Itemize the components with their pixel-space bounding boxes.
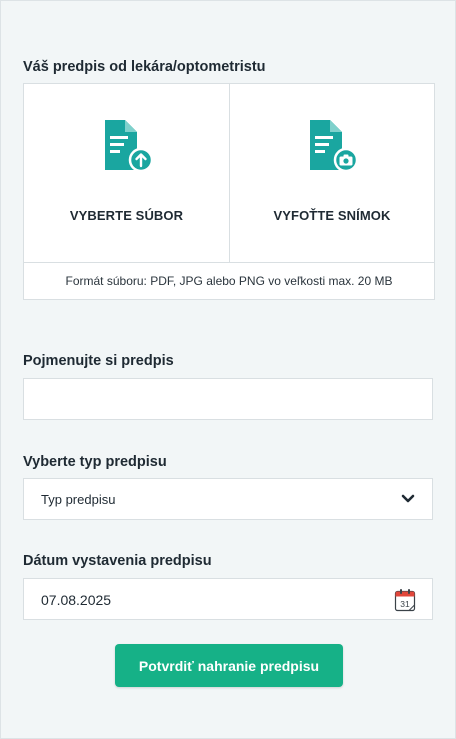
document-camera-icon <box>310 120 359 173</box>
prescription-type-value: Typ predpisu <box>41 492 116 507</box>
choose-file-button[interactable]: VYBERTE SÚBOR <box>24 84 230 262</box>
take-photo-label: VYFOŤTE SNÍMOK <box>273 208 391 223</box>
take-photo-button[interactable]: VYFOŤTE SNÍMOK <box>230 84 434 262</box>
document-upload-icon <box>104 120 153 173</box>
prescription-name-input[interactable] <box>23 378 433 420</box>
chevron-down-icon <box>401 494 415 503</box>
type-field-label: Vyberte typ predpisu <box>23 454 167 470</box>
confirm-upload-button[interactable]: Potvrdiť nahranie predpisu <box>115 644 343 687</box>
choose-file-label: VYBERTE SÚBOR <box>69 208 184 223</box>
calendar-day-text: 31 <box>400 599 410 609</box>
prescription-upload-panel: Váš predpis od lekára/optometristu VYBER… <box>0 0 456 739</box>
issue-date-value: 07.08.2025 <box>41 592 112 608</box>
calendar-icon[interactable]: 31 <box>394 588 416 612</box>
prescription-type-select[interactable]: Typ predpisu <box>23 478 433 520</box>
upload-section-label: Váš predpis od lekára/optometristu <box>23 59 266 75</box>
file-format-note: Formát súboru: PDF, JPG alebo PNG vo veľ… <box>24 262 434 300</box>
name-field-label: Pojmenujte si predpis <box>23 353 174 369</box>
date-field-label: Dátum vystavenia predpisu <box>23 553 212 569</box>
issue-date-input[interactable]: 07.08.2025 31 <box>23 578 433 620</box>
upload-box: VYBERTE SÚBOR VYFOŤTE SNÍMOK Formát súbo… <box>23 83 435 300</box>
